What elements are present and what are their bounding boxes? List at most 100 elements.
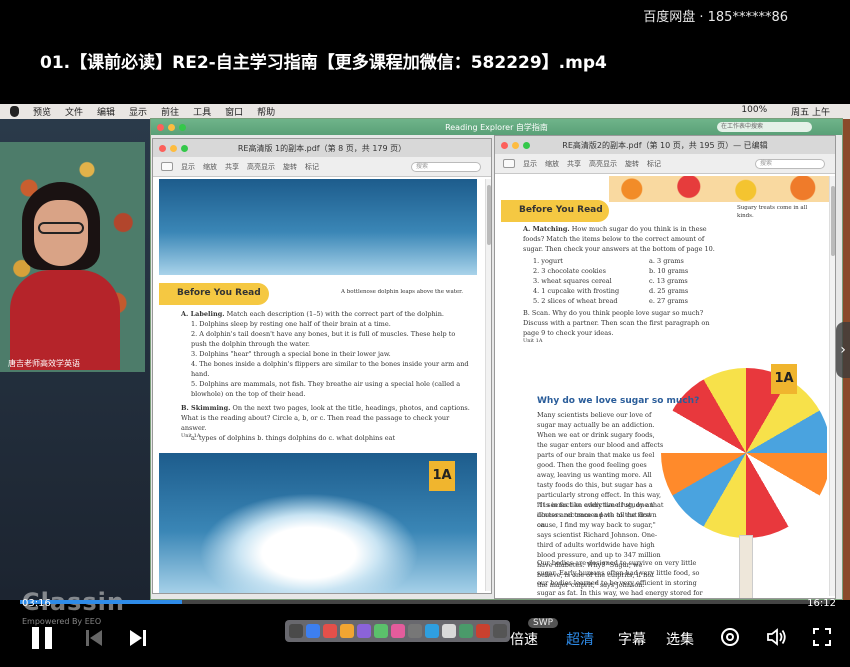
pdf-right-page-2: 1A Why do we love sugar so much? Many sc… <box>501 360 827 598</box>
labeling-item: 4. The bones inside a dolphin's flippers… <box>191 360 469 378</box>
matching-heading: A. Matching. <box>523 225 570 233</box>
pause-icon <box>45 627 52 649</box>
quality-button[interactable]: 超清 <box>566 629 594 649</box>
amount-item: c. 13 grams <box>649 277 688 285</box>
video-title: 01.【课前必读】RE2-自主学习指南【更多课程加微信：582229】.mp4 <box>40 53 607 73</box>
amount-item: b. 10 grams <box>649 267 689 275</box>
labeling-heading: A. Labeling. <box>181 310 225 318</box>
pdf-left-toolbar: 显示 缩放 共享 高亮显示 旋转 标记 搜索 <box>153 157 491 177</box>
labeling-item: 2. A dolphin's tail doesn't have any bon… <box>191 330 456 348</box>
pdf-left-title: RE高清版 1的副本.pdf（第 8 页，共 179 页） <box>237 143 407 153</box>
page-footer: Unit 1A <box>523 338 543 344</box>
fullscreen-icon <box>813 628 831 646</box>
settings-button[interactable] <box>720 627 740 651</box>
menu-item-preview: 预览 <box>33 108 52 118</box>
teacher-webcam: 唐吉老师高效学英语 <box>0 142 145 372</box>
water-splash <box>199 493 419 593</box>
menu-item-tools: 工具 <box>193 108 212 118</box>
menu-item-help: 帮助 <box>257 108 276 118</box>
pdf-right-search-input[interactable]: 搜索 <box>755 158 825 169</box>
menu-item-view: 显示 <box>129 108 148 118</box>
sidebar-toggle-icon[interactable] <box>161 162 173 171</box>
article-title: Why do we love sugar so much? <box>537 396 700 406</box>
sheet-search-input[interactable]: 在工作表中搜索 <box>717 122 812 132</box>
next-button[interactable] <box>130 629 146 647</box>
food-item: 5. 2 slices of wheat bread <box>533 297 618 305</box>
toolbar-rotate[interactable]: 旋转 <box>283 162 297 172</box>
previous-button[interactable] <box>86 629 102 647</box>
toolbar-highlight[interactable]: 高亮显示 <box>589 159 617 169</box>
amount-list: a. 3 grams b. 10 grams c. 13 grams d. 25… <box>649 256 719 306</box>
photo-caption: A bottlenose dolphin leaps above the wat… <box>341 289 463 295</box>
unit-badge: 1A <box>429 461 455 491</box>
labeling-items: 1. Dolphins sleep by resting one half of… <box>181 319 471 399</box>
toolbar-zoom[interactable]: 缩放 <box>203 162 217 172</box>
mac-menubar: 预览 文件 编辑 显示 前往 工具 窗口 帮助 100% 周五 上午 <box>0 104 850 119</box>
player-controls: 倍速 超清 字幕 选集 <box>0 607 850 667</box>
progress-bar[interactable] <box>20 600 830 604</box>
labeling-item: 1. Dolphins sleep by resting one half of… <box>191 320 391 328</box>
toolbar-view[interactable]: 显示 <box>181 162 195 172</box>
episodes-button[interactable]: 选集 <box>666 629 694 649</box>
toolbar-view[interactable]: 显示 <box>523 159 537 169</box>
food-item: 2. 3 chocolate cookies <box>533 267 606 275</box>
skimming-options: a. types of dolphins b. things dolphins … <box>191 434 396 442</box>
teacher-body <box>10 270 120 370</box>
amount-item: e. 27 grams <box>649 297 688 305</box>
labeling-intro: Match each description (1–5) with the co… <box>226 310 444 318</box>
pdf-right-page-1: Before You Read Sugary treats come in al… <box>501 176 835 354</box>
food-list: 1. yogurt 2. 3 chocolate cookies 3. whea… <box>533 256 643 306</box>
toolbar-markup[interactable]: 标记 <box>305 162 319 172</box>
toolbar-markup[interactable]: 标记 <box>647 159 661 169</box>
pdf-right-scrollbar[interactable] <box>829 176 835 596</box>
settings-icon <box>721 628 739 646</box>
scroll-thumb[interactable] <box>487 185 491 245</box>
fullscreen-button[interactable] <box>812 627 832 651</box>
subtitle-button[interactable]: 字幕 <box>618 629 646 649</box>
sidebar-toggle-icon[interactable] <box>503 159 515 168</box>
battery-label: 100% <box>741 105 768 115</box>
scroll-thumb[interactable] <box>831 186 835 256</box>
pdf-left-search-input[interactable]: 搜索 <box>411 161 481 172</box>
candy-photo <box>609 176 835 202</box>
amount-item: a. 3 grams <box>649 257 684 265</box>
food-item: 1. yogurt <box>533 257 563 265</box>
apple-icon <box>10 106 19 117</box>
food-item: 3. wheat squares cereal <box>533 277 612 285</box>
volume-button[interactable] <box>766 627 788 651</box>
next-icon <box>130 630 146 646</box>
pdf-left-page-2: 1A <box>159 453 477 593</box>
next-video-arrow-icon[interactable]: › <box>836 322 850 378</box>
swp-badge: SWP <box>528 618 559 628</box>
sugar-caption: Sugary treats come in all kinds. <box>737 205 808 219</box>
pdf-window-left: RE高清版 1的副本.pdf（第 8 页，共 179 页） 显示 缩放 共享 高… <box>152 138 492 594</box>
skimming-heading: B. Skimming. <box>181 404 231 412</box>
toolbar-share[interactable]: 共享 <box>225 162 239 172</box>
toolbar-highlight[interactable]: 高亮显示 <box>247 162 275 172</box>
matching-block: A. Matching. How much sugar do you think… <box>523 224 723 254</box>
ocean-photo <box>159 179 477 275</box>
toolbar-zoom[interactable]: 缩放 <box>545 159 559 169</box>
pdf-left-titlebar: RE高清版 1的副本.pdf（第 8 页，共 179 页） <box>153 139 491 157</box>
glasses-icon <box>38 222 84 234</box>
section-band: Before You Read <box>501 200 609 222</box>
labeling-block: A. Labeling. Match each description (1–5… <box>181 309 471 443</box>
labeling-item: 3. Dolphins "hear" through a special bon… <box>191 350 391 358</box>
pdf-left-scrollbar[interactable] <box>485 179 491 591</box>
speed-button[interactable]: 倍速 <box>510 629 538 649</box>
page-footer: Unit 1A <box>181 433 201 439</box>
account-label[interactable]: 百度网盘 · 185******86 <box>643 6 788 25</box>
toolbar-share[interactable]: 共享 <box>567 159 581 169</box>
menu-item-go: 前往 <box>161 108 180 118</box>
amount-item: d. 25 grams <box>649 287 689 295</box>
pdf-right-toolbar: 显示 缩放 共享 高亮显示 旋转 标记 搜索 <box>495 154 835 174</box>
food-item: 4. 1 cupcake with frosting <box>533 287 620 295</box>
pause-button[interactable] <box>30 627 54 649</box>
volume-icon <box>767 628 786 646</box>
skimming-block: B. Skimming. On the next two pages, look… <box>181 403 471 443</box>
previous-icon <box>86 630 102 646</box>
section-heading: Before You Read <box>177 288 261 298</box>
lollipop-photo <box>661 368 827 538</box>
toolbar-rotate[interactable]: 旋转 <box>625 159 639 169</box>
pause-icon <box>32 627 39 649</box>
